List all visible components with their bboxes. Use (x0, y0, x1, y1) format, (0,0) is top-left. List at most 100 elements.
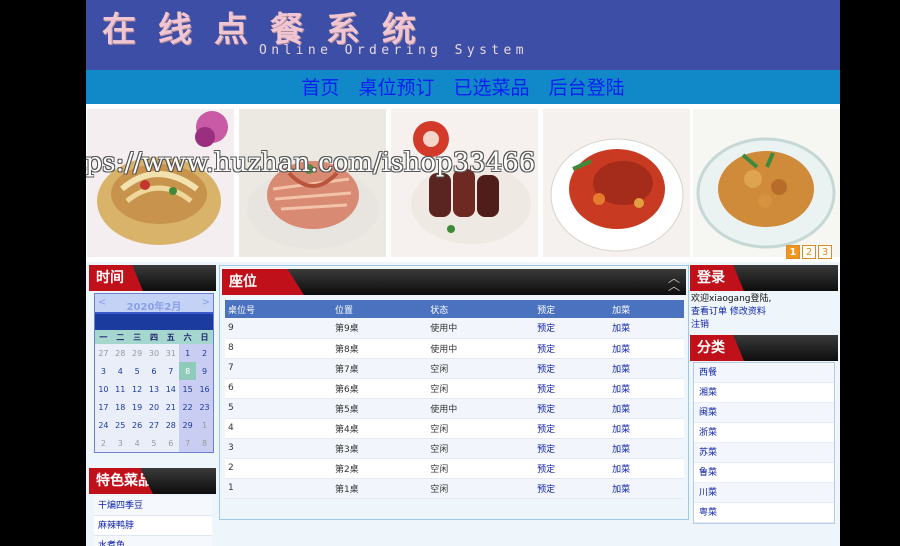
add-dish-link[interactable]: 加菜 (609, 358, 684, 379)
calendar-day[interactable]: 2 (95, 434, 112, 452)
add-dish-link[interactable]: 加菜 (609, 378, 684, 399)
seat-cell: 第8桌 (331, 338, 428, 359)
calendar-day[interactable]: 4 (112, 362, 129, 380)
add-dish-link[interactable]: 加菜 (609, 338, 684, 359)
category-panel-title: 分类 (690, 335, 744, 361)
reserve-link[interactable]: 预定 (534, 318, 610, 339)
seat-cell: 使用中 (427, 318, 535, 339)
calendar-day[interactable]: 17 (95, 398, 112, 416)
calendar-day[interactable]: 11 (112, 380, 129, 398)
nav-table-booking[interactable]: 桌位预订 (358, 70, 434, 106)
reserve-link[interactable]: 预定 (534, 358, 610, 379)
category-item[interactable]: 粤菜 (694, 503, 834, 523)
seat-cell: 9 (225, 318, 332, 339)
collapse-chevron-icon[interactable]: ︿ ︿ (668, 272, 680, 292)
category-item[interactable]: 浙菜 (694, 423, 834, 443)
dish-photo[interactable] (693, 109, 840, 257)
calendar-day[interactable]: 7 (162, 362, 179, 380)
calendar-day[interactable]: 3 (95, 362, 112, 380)
reserve-link[interactable]: 预定 (534, 418, 610, 439)
calendar-day[interactable]: 29 (179, 416, 197, 434)
seat-cell: 第5桌 (331, 398, 428, 419)
calendar-day[interactable]: 25 (112, 416, 129, 434)
calendar-next-button[interactable]: > (202, 297, 210, 308)
category-item[interactable]: 闽菜 (694, 403, 834, 423)
seat-column-header: 预定 (534, 300, 610, 318)
calendar-day[interactable]: 31 (162, 344, 179, 362)
calendar-day[interactable]: 28 (112, 344, 129, 362)
category-item[interactable]: 苏菜 (694, 443, 834, 463)
calendar-day[interactable]: 13 (146, 380, 163, 398)
calendar-day[interactable]: 5 (129, 362, 146, 380)
calendar-day[interactable]: 21 (162, 398, 179, 416)
category-item[interactable]: 湘菜 (694, 383, 834, 403)
calendar-day[interactable]: 27 (95, 344, 112, 362)
category-item[interactable]: 西餐 (694, 363, 834, 383)
left-sidebar: 时间 < 2020年2月 > 一二三四五六日 27 28 29 30 31 1 2 3 4 5 6 7… (89, 265, 216, 546)
reserve-link[interactable]: 预定 (534, 378, 610, 399)
calendar-weekday: 五 (162, 330, 180, 344)
calendar-day[interactable]: 5 (146, 434, 163, 452)
calendar-day[interactable]: 1 (196, 416, 213, 434)
calendar-day[interactable]: 8 (196, 434, 213, 452)
nav-selected-dishes[interactable]: 已选菜品 (454, 70, 530, 106)
calendar-day[interactable]: 8 (179, 362, 197, 380)
calendar-day[interactable]: 6 (146, 362, 163, 380)
pager-page-2[interactable]: 2 (802, 245, 816, 259)
calendar-day[interactable]: 20 (146, 398, 163, 416)
calendar-day[interactable]: 26 (129, 416, 146, 434)
logout-link[interactable]: 注销 (691, 320, 709, 330)
dish-photo[interactable] (543, 109, 690, 257)
seat-panel-title: 座位 (222, 269, 304, 295)
time-panel-title: 时间 (89, 265, 143, 291)
calendar-day[interactable]: 18 (112, 398, 129, 416)
pager-page-3[interactable]: 3 (818, 245, 832, 259)
calendar-day[interactable]: 6 (162, 434, 179, 452)
reserve-link[interactable]: 预定 (534, 398, 610, 419)
calendar-day[interactable]: 9 (196, 362, 213, 380)
calendar-day[interactable]: 12 (129, 380, 146, 398)
specials-item[interactable]: 水煮鱼 (94, 536, 212, 546)
calendar-day[interactable]: 28 (162, 416, 179, 434)
dish-photo[interactable] (87, 109, 234, 257)
add-dish-link[interactable]: 加菜 (609, 398, 684, 419)
site-header: 在线点餐系统 Online Ordering System (86, 0, 840, 70)
nav-home[interactable]: 首页 (301, 70, 339, 106)
add-dish-link[interactable]: 加菜 (609, 318, 684, 339)
login-panel-title: 登录 (690, 265, 744, 291)
calendar-day[interactable]: 14 (162, 380, 179, 398)
add-dish-link[interactable]: 加菜 (609, 478, 684, 499)
specials-item[interactable]: 麻辣鸭脖 (94, 516, 212, 536)
calendar-day[interactable]: 16 (196, 380, 213, 398)
calendar-day[interactable]: 30 (146, 344, 163, 362)
reserve-link[interactable]: 预定 (534, 438, 610, 459)
calendar-day[interactable]: 1 (179, 344, 197, 362)
category-item[interactable]: 川菜 (694, 483, 834, 503)
nav-admin-login[interactable]: 后台登陆 (549, 70, 625, 106)
calendar-day[interactable]: 7 (179, 434, 197, 452)
calendar-day[interactable]: 24 (95, 416, 112, 434)
calendar-day[interactable]: 4 (129, 434, 146, 452)
calendar-day[interactable]: 22 (179, 398, 197, 416)
edit-profile-link[interactable]: 修改资料 (730, 307, 766, 317)
view-orders-link[interactable]: 查看订单 (691, 307, 727, 317)
dish-photo[interactable] (239, 109, 386, 257)
calendar-day[interactable]: 27 (146, 416, 163, 434)
dish-photo[interactable] (391, 109, 538, 257)
calendar-day[interactable]: 3 (112, 434, 129, 452)
calendar-day[interactable]: 29 (129, 344, 146, 362)
calendar-day[interactable]: 10 (95, 380, 112, 398)
category-item[interactable]: 鲁菜 (694, 463, 834, 483)
pager-page-1[interactable]: 1 (786, 245, 800, 259)
calendar-day[interactable]: 15 (179, 380, 197, 398)
add-dish-link[interactable]: 加菜 (609, 418, 684, 439)
reserve-link[interactable]: 预定 (534, 478, 610, 499)
reserve-link[interactable]: 预定 (534, 458, 610, 479)
calendar-day[interactable]: 2 (196, 344, 213, 362)
reserve-link[interactable]: 预定 (534, 338, 610, 359)
calendar-day[interactable]: 23 (196, 398, 213, 416)
specials-item[interactable]: 干煸四季豆 (94, 496, 212, 516)
add-dish-link[interactable]: 加菜 (609, 458, 684, 479)
add-dish-link[interactable]: 加菜 (609, 438, 684, 459)
calendar-day[interactable]: 19 (129, 398, 146, 416)
